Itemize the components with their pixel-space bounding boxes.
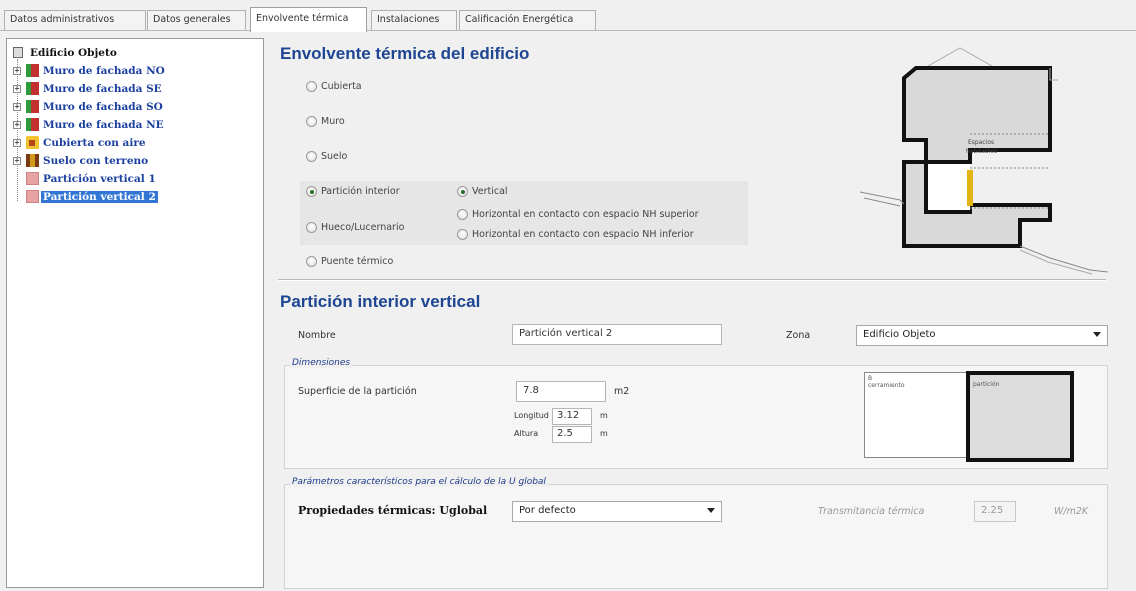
radio-button-checked[interactable] — [457, 186, 468, 197]
radio-button[interactable] — [306, 116, 317, 127]
tree-item[interactable]: Partición vertical 1 — [13, 171, 156, 187]
wall-icon — [26, 64, 39, 77]
height-label: Altura — [514, 429, 539, 438]
radio-label: Horizontal en contacto con espacio NH su… — [472, 209, 699, 220]
tree-item[interactable]: + Muro de fachada SO — [13, 99, 163, 115]
tab-bar: Datos administrativos Datos generales En… — [0, 0, 1136, 32]
zone-select[interactable]: Edificio Objeto — [856, 325, 1108, 346]
length-label: Longitud — [514, 411, 549, 420]
radio-button[interactable] — [306, 151, 317, 162]
radio-label: Cubierta — [321, 81, 362, 92]
radio-button[interactable] — [306, 256, 317, 267]
tree-item[interactable]: + Muro de fachada SE — [13, 81, 162, 97]
expand-icon[interactable]: + — [13, 85, 21, 93]
building-section-diagram: Espacios habitables — [860, 47, 1108, 275]
tree-item-label: Cubierta con aire — [43, 137, 146, 149]
thermal-properties-select[interactable]: Por defecto — [512, 501, 722, 522]
partition-icon — [26, 172, 39, 185]
radio-button-checked[interactable] — [306, 186, 317, 197]
tree-root-label: Edificio Objeto — [30, 47, 117, 59]
radio-label: Vertical — [472, 186, 508, 197]
chevron-down-icon — [1093, 332, 1101, 337]
surface-input[interactable]: 7.8 — [516, 381, 606, 402]
length-unit: m — [600, 411, 608, 420]
mini-partition-label: partición — [973, 381, 1000, 388]
tree-item-label: Muro de fachada NE — [43, 119, 164, 131]
tree-item[interactable]: + Muro de fachada NE — [13, 117, 164, 133]
floor-icon — [26, 154, 39, 167]
expand-icon[interactable]: + — [13, 103, 21, 111]
roof-icon — [26, 136, 39, 149]
mini-enclosure-label-1: B — [868, 375, 873, 382]
partition-title: Partición interior vertical — [280, 292, 481, 311]
transmittance-input: 2.25 — [974, 501, 1016, 522]
tree-item[interactable]: + Suelo con terreno — [13, 153, 148, 169]
surface-label: Superficie de la partición — [298, 386, 417, 397]
tree-item-label: Muro de fachada SE — [43, 83, 162, 95]
transmittance-label: Transmitancia térmica — [818, 506, 925, 517]
radio-label: Hueco/Lucernario — [321, 222, 405, 233]
expand-icon[interactable]: + — [13, 139, 21, 147]
tree-item-label: Partición vertical 2 — [41, 191, 158, 203]
envelope-title: Envolvente térmica del edificio — [280, 44, 530, 63]
chevron-down-icon — [707, 508, 715, 513]
building-tree[interactable]: Edificio Objeto + Muro de fachada NO + M… — [6, 38, 264, 588]
expand-icon[interactable]: + — [13, 121, 21, 129]
tab-datos-administrativos[interactable]: Datos administrativos — [4, 10, 146, 30]
transmittance-unit: W/m2K — [1054, 506, 1089, 517]
mini-enclosure-label-2: cerramiento — [868, 382, 905, 389]
tree-item-label: Muro de fachada NO — [43, 65, 165, 77]
surface-unit: m2 — [614, 386, 630, 397]
section-divider — [278, 279, 1106, 281]
tree-item-label: Muro de fachada SO — [43, 101, 163, 113]
parameters-legend: Parámetros característicos para el cálcu… — [290, 477, 548, 487]
parameters-group — [284, 484, 1108, 589]
radio-button[interactable] — [306, 81, 317, 92]
thermal-properties-label: Propiedades térmicas: Uglobal — [298, 504, 488, 517]
wall-icon — [26, 100, 39, 113]
height-unit: m — [600, 429, 608, 438]
mini-enclosure-box: B cerramiento — [864, 372, 968, 458]
building-icon — [13, 47, 23, 58]
diagram-label-1: Espacios — [968, 139, 994, 146]
partition-highlight-bar — [967, 170, 973, 206]
tree-item[interactable]: + Muro de fachada NO — [13, 63, 165, 79]
radio-button[interactable] — [306, 222, 317, 233]
zone-select-value: Edificio Objeto — [863, 329, 936, 340]
radio-button[interactable] — [457, 229, 468, 240]
tab-instalaciones[interactable]: Instalaciones — [371, 10, 457, 30]
name-input[interactable]: Partición vertical 2 — [512, 324, 722, 345]
wall-icon — [26, 118, 39, 131]
wall-icon — [26, 82, 39, 95]
partition-icon — [26, 190, 39, 203]
radio-label: Puente térmico — [321, 256, 394, 267]
dimensions-legend: Dimensiones — [290, 358, 353, 368]
radio-label: Partición interior — [321, 186, 400, 197]
radio-label: Muro — [321, 116, 345, 127]
mini-partition-box: partición — [966, 371, 1074, 462]
tree-item-label: Partición vertical 1 — [43, 173, 156, 185]
tree-item-selected[interactable]: Partición vertical 2 — [13, 189, 158, 205]
thermal-properties-value: Por defecto — [519, 505, 576, 516]
radio-label: Horizontal en contacto con espacio NH in… — [472, 229, 694, 240]
length-input[interactable]: 3.12 — [552, 408, 592, 425]
zone-label: Zona — [786, 330, 811, 341]
name-label: Nombre — [298, 330, 336, 341]
tab-calificacion-energetica[interactable]: Calificación Energética — [459, 10, 596, 30]
height-input[interactable]: 2.5 — [552, 426, 592, 443]
tab-datos-generales[interactable]: Datos generales — [147, 10, 246, 30]
radio-label: Suelo — [321, 151, 348, 162]
diagram-label-2: habitables — [966, 148, 997, 155]
tree-item-label: Suelo con terreno — [43, 155, 149, 167]
tree-item[interactable]: + Cubierta con aire — [13, 135, 146, 151]
expand-icon[interactable]: + — [13, 67, 21, 75]
tree-root[interactable]: Edificio Objeto — [13, 45, 117, 61]
radio-button[interactable] — [457, 209, 468, 220]
tab-envolvente-termica[interactable]: Envolvente térmica — [250, 7, 367, 32]
expand-icon[interactable]: + — [13, 157, 21, 165]
